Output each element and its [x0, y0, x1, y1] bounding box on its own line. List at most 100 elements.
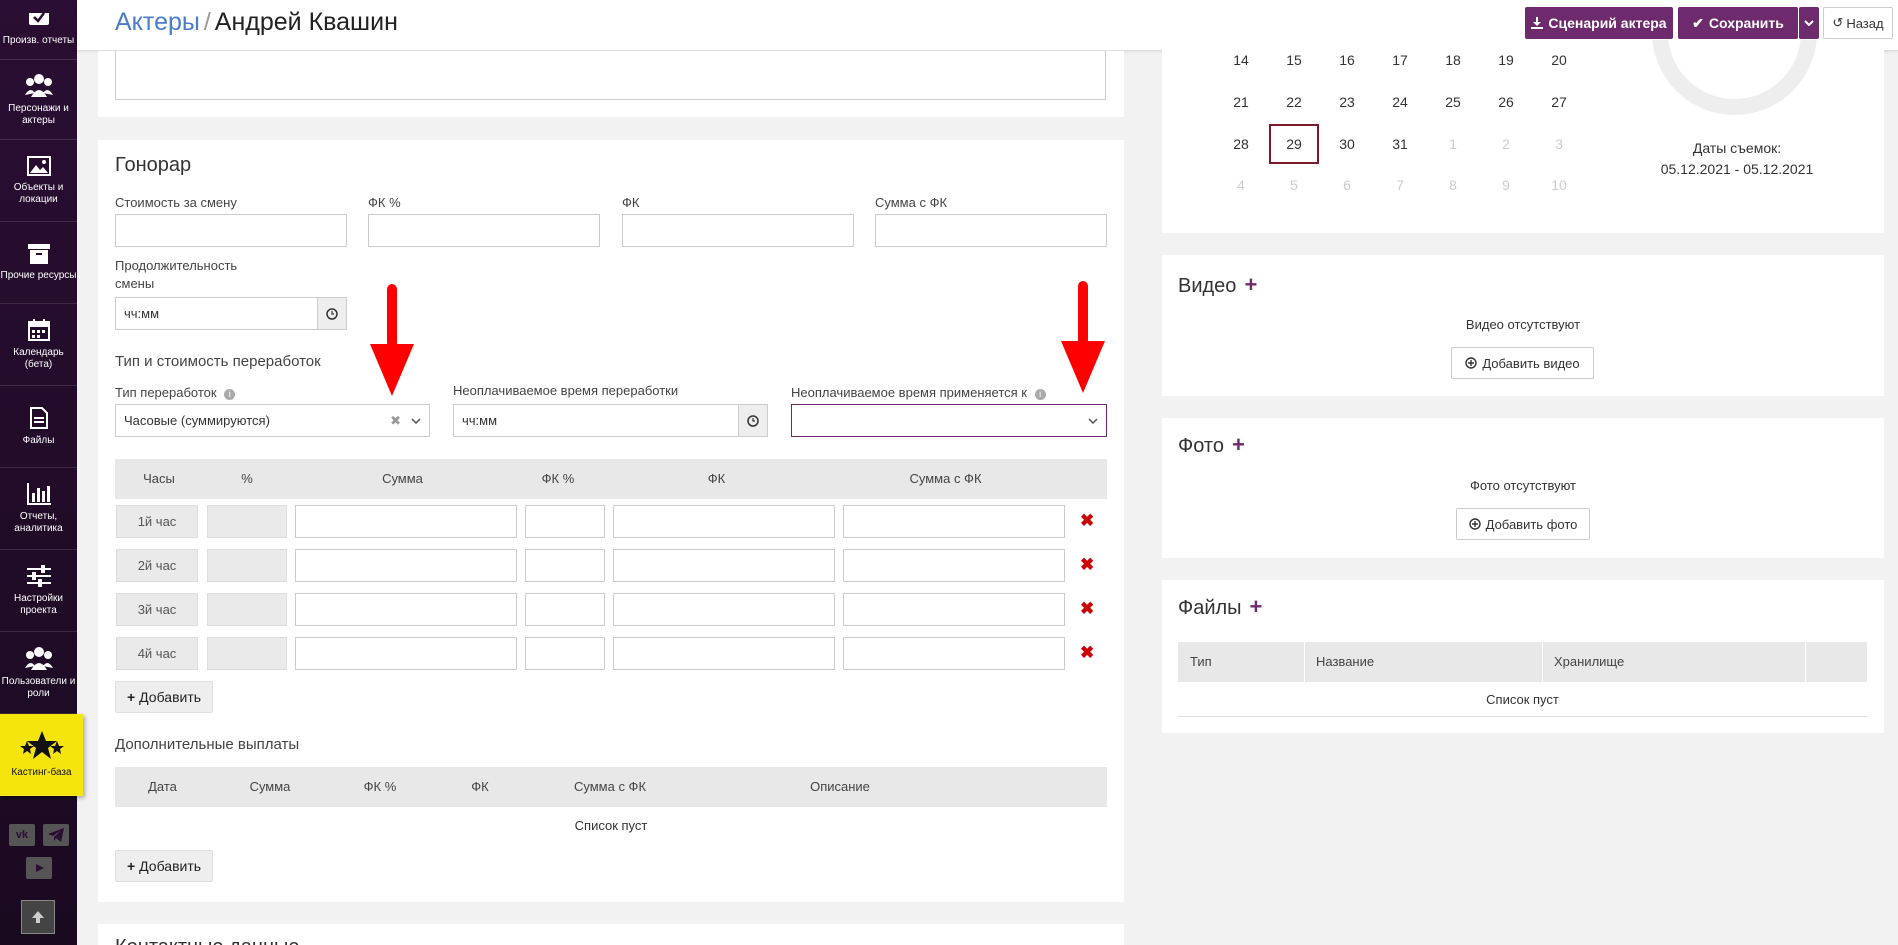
percent-cell [207, 593, 287, 626]
clock-icon[interactable] [738, 405, 767, 436]
sum-fk-input[interactable] [843, 637, 1065, 670]
fk-pct-input[interactable] [525, 637, 605, 670]
calendar-day[interactable]: 25 [1428, 82, 1478, 122]
calendar-day[interactable]: 17 [1375, 40, 1425, 80]
back-button[interactable]: ↺ Назад [1823, 7, 1893, 39]
delete-icon[interactable]: ✖ [1080, 555, 1094, 575]
arrow-up-icon [32, 911, 44, 923]
telegram-icon[interactable] [43, 824, 69, 846]
youtube-icon[interactable] [26, 857, 52, 879]
sidebar-item-calendar[interactable]: Календарь (бета) [0, 304, 77, 386]
fk-pct-input[interactable] [368, 214, 600, 247]
calendar-day[interactable]: 5 [1269, 165, 1319, 205]
sidebar-item-casting[interactable]: Кастинг-база [0, 714, 83, 796]
overtime-type-select[interactable]: Часовые (суммируются) ✖ [115, 404, 430, 437]
add-overtime-button[interactable]: + Добавить [115, 681, 213, 713]
calendar-day[interactable]: 19 [1481, 40, 1531, 80]
fk-input[interactable] [613, 593, 835, 626]
fk-pct-input[interactable] [525, 505, 605, 538]
calendar-day[interactable]: 26 [1481, 82, 1531, 122]
calendar-day[interactable]: 27 [1534, 82, 1584, 122]
add-video-plus-icon[interactable]: + [1244, 272, 1257, 297]
calendar-day[interactable]: 2 [1481, 124, 1531, 164]
sum-fk-input[interactable] [843, 593, 1065, 626]
sum-input[interactable] [295, 593, 517, 626]
calendar-day[interactable]: 6 [1322, 165, 1372, 205]
sidebar-item-production-reports[interactable]: Произв. отчеты [0, 0, 77, 60]
add-photo-plus-icon[interactable]: + [1232, 432, 1245, 457]
calendar-day[interactable]: 31 [1375, 124, 1425, 164]
sum-fk-input[interactable] [843, 549, 1065, 582]
calendar-day-today[interactable]: 29 [1269, 124, 1319, 164]
col-name: Название [1316, 654, 1375, 669]
annotation-arrow-icon [1061, 281, 1105, 393]
notes-card [98, 51, 1124, 117]
calendar-day[interactable]: 7 [1375, 165, 1425, 205]
sidebar-item-users-roles[interactable]: Пользователи и роли [0, 632, 77, 714]
sidebar-item-project-settings[interactable]: Настройки проекта [0, 550, 77, 632]
calendar-day[interactable]: 20 [1534, 40, 1584, 80]
calendar-day[interactable]: 10 [1534, 165, 1584, 205]
sidebar-item-files[interactable]: Файлы [0, 386, 77, 468]
add-video-label: Добавить видео [1482, 355, 1580, 371]
shift-cost-input[interactable] [115, 214, 347, 247]
save-dropdown-button[interactable] [1799, 7, 1819, 39]
calendar-day[interactable]: 15 [1269, 40, 1319, 80]
shift-duration-input[interactable]: чч:мм [115, 297, 347, 330]
col-description: Описание [810, 779, 870, 794]
shift-duration-placeholder: чч:мм [124, 306, 160, 321]
calendar-day[interactable]: 14 [1216, 40, 1266, 80]
delete-icon[interactable]: ✖ [1080, 643, 1094, 663]
clock-icon[interactable] [317, 298, 346, 329]
unpaid-time-input[interactable]: чч:мм [453, 404, 768, 437]
add-file-plus-icon[interactable]: + [1250, 594, 1263, 619]
calendar-day[interactable]: 3 [1534, 124, 1584, 164]
sum-input[interactable] [295, 505, 517, 538]
sum-fk-input[interactable] [875, 214, 1107, 247]
add-video-button[interactable]: Добавить видео [1451, 347, 1594, 379]
calendar-day[interactable]: 9 [1481, 165, 1531, 205]
clear-icon[interactable]: ✖ [390, 413, 401, 429]
calendar-day[interactable]: 21 [1216, 82, 1266, 122]
sum-input[interactable] [295, 549, 517, 582]
fk-pct-input[interactable] [525, 593, 605, 626]
calendar-day[interactable]: 28 [1216, 124, 1266, 164]
photo-empty-text: Фото отсутствуют [1469, 478, 1577, 493]
vk-icon[interactable]: vk [9, 824, 35, 846]
sidebar-item-locations[interactable]: Объекты и локации [0, 140, 77, 222]
col-date: Дата [148, 779, 177, 794]
calendar-day[interactable]: 22 [1269, 82, 1319, 122]
fk-input[interactable] [613, 549, 835, 582]
files-title-text: Файлы [1178, 597, 1242, 619]
sidebar-item-reports[interactable]: Отчеты, аналитика [0, 468, 77, 550]
fk-input[interactable] [613, 505, 835, 538]
delete-icon[interactable]: ✖ [1080, 511, 1094, 531]
sliders-icon [26, 564, 51, 587]
calendar-day[interactable]: 24 [1375, 82, 1425, 122]
calendar-day[interactable]: 8 [1428, 165, 1478, 205]
delete-icon[interactable]: ✖ [1080, 599, 1094, 619]
calendar-day[interactable]: 23 [1322, 82, 1372, 122]
add-extra-button[interactable]: + Добавить [115, 850, 213, 882]
calendar-day[interactable]: 16 [1322, 40, 1372, 80]
unpaid-applies-select[interactable] [791, 404, 1107, 437]
sidebar-item-other-resources[interactable]: Прочие ресурсы [0, 222, 77, 304]
breadcrumb-link-actors[interactable]: Актеры [115, 8, 200, 36]
fk-input[interactable] [622, 214, 854, 247]
sum-fk-input[interactable] [843, 505, 1065, 538]
shift-cost-label: Стоимость за смену [115, 195, 237, 210]
calendar-day[interactable]: 18 [1428, 40, 1478, 80]
calendar-day[interactable]: 4 [1216, 165, 1266, 205]
notes-textarea[interactable] [115, 51, 1106, 100]
calendar-day[interactable]: 30 [1322, 124, 1372, 164]
actor-script-button[interactable]: Сценарий актера [1525, 7, 1673, 39]
save-button[interactable]: ✔ Сохранить [1678, 7, 1798, 39]
calendar-day[interactable]: 1 [1428, 124, 1478, 164]
scroll-top-button[interactable] [21, 900, 55, 934]
sum-input[interactable] [295, 637, 517, 670]
fk-pct-input[interactable] [525, 549, 605, 582]
sidebar-item-label: Прочие ресурсы [0, 269, 77, 281]
fk-input[interactable] [613, 637, 835, 670]
add-photo-button[interactable]: Добавить фото [1456, 508, 1590, 540]
sidebar-item-characters[interactable]: Персонажи и актеры [0, 60, 77, 140]
